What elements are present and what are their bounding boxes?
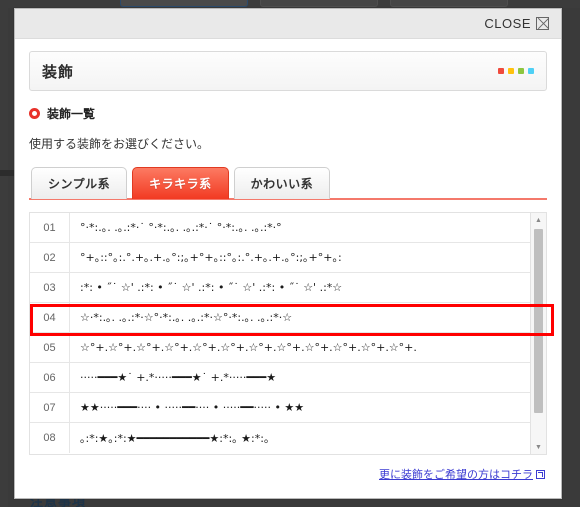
external-link-icon (536, 470, 545, 479)
section-subtitle: 使用する装飾をお選びください。 (29, 137, 210, 151)
row-number: 07 (30, 393, 70, 422)
footer: 更に装飾をご希望の方はコチラ (29, 465, 547, 483)
section-heading-label: 装飾一覧 (47, 107, 96, 121)
panel-header: 装飾 (29, 51, 547, 91)
more-decorations-link-label: 更に装飾をご希望の方はコチラ (379, 469, 533, 481)
dot-green (518, 68, 524, 74)
row-decoration-pattern: ·····━━━★˙ +.*·····━━━★˙ +.*·····━━━★ (80, 372, 277, 383)
tab-kawaii-label: かわいい系 (250, 177, 314, 191)
ring-bullet-icon (29, 108, 40, 119)
page-title: 装飾 (42, 63, 75, 81)
category-tabs: シンプル系 キラキラ系 かわいい系 (29, 166, 547, 200)
table-row[interactable]: 02 °+｡::°｡:.°.+｡.+.｡°:;｡+°+｡::°｡:.°.+｡.+… (30, 243, 530, 273)
row-number: 06 (30, 363, 70, 392)
section-heading: 装飾一覧 (29, 105, 547, 122)
tab-kirakira-label: キラキラ系 (149, 177, 212, 191)
table-row-selected[interactable]: 04 ☆·*:.｡. .｡.:*·☆°·*:.｡. .｡.:*·☆°·*:.｡.… (30, 303, 530, 333)
row-number: 02 (30, 243, 70, 272)
row-decoration-pattern: ☆·*:.｡. .｡.:*·☆°·*:.｡. .｡.:*·☆°·*:.｡. .｡… (80, 312, 293, 323)
table-row[interactable]: 06 ·····━━━★˙ +.*·····━━━★˙ +.*·····━━━★ (30, 363, 530, 393)
decoration-list: 01 °·*:.｡. .｡.:*·˙ °·*:.｡. .｡.:*·˙ °·*:.… (29, 212, 554, 455)
scroll-up-arrow-icon[interactable]: ▲ (531, 213, 546, 227)
page-background-left-rail (0, 8, 8, 507)
row-number: 01 (30, 213, 70, 242)
close-label: CLOSE (484, 16, 531, 31)
dot-red (498, 68, 504, 74)
more-decorations-link[interactable]: 更に装飾をご希望の方はコチラ (379, 469, 533, 481)
scrollbar-thumb[interactable] (534, 229, 543, 413)
row-number: 03 (30, 273, 70, 302)
modal-close-bar: CLOSE (15, 9, 561, 39)
row-decoration-pattern: °+｡::°｡:.°.+｡.+.｡°:;｡+°+｡::°｡:.°.+｡.+.｡°… (80, 252, 342, 263)
dot-yellow (508, 68, 514, 74)
tab-simple-label: シンプル系 (48, 177, 111, 191)
row-number: 08 (30, 423, 70, 453)
page-background-left-marker (0, 170, 14, 176)
table-row[interactable]: 03 :*: • ˝˙ ☆' .:*: • ˝˙ ☆' .:*: • ˝˙ ☆'… (30, 273, 530, 303)
dot-cyan (528, 68, 534, 74)
table-row[interactable]: 01 °·*:.｡. .｡.:*·˙ °·*:.｡. .｡.:*·˙ °·*:.… (30, 213, 530, 243)
table-row[interactable]: 05 ☆°+.☆°+.☆°+.☆°+.☆°+.☆°+.☆°+.☆°+.☆°+.☆… (30, 333, 530, 363)
tab-kawaii[interactable]: かわいい系 (233, 167, 331, 199)
row-decoration-pattern: ☆°+.☆°+.☆°+.☆°+.☆°+.☆°+.☆°+.☆°+.☆°+.☆°+.… (80, 342, 417, 353)
row-number: 05 (30, 333, 70, 362)
row-number: 04 (30, 303, 70, 332)
close-button[interactable]: CLOSE (484, 16, 549, 31)
scroll-down-arrow-icon[interactable]: ▼ (531, 440, 546, 454)
row-decoration-pattern: °·*:.｡. .｡.:*·˙ °·*:.｡. .｡.:*·˙ °·*:.｡. … (80, 222, 282, 233)
decoration-list-scroll: 01 °·*:.｡. .｡.:*·˙ °·*:.｡. .｡.:*·˙ °·*:.… (30, 213, 530, 454)
tab-simple[interactable]: シンプル系 (31, 167, 128, 199)
color-dots (498, 68, 534, 74)
list-scrollbar[interactable]: ▲ ▼ (530, 213, 546, 454)
table-row[interactable]: 08 ｡:*:★｡:*:★━━━━━━━━━━━★:*:｡ ★:*:｡ (30, 423, 530, 453)
decoration-picker-modal: CLOSE 装飾 装飾一覧 使用する装飾をお選びください。 シンプル系 キラキラ… (14, 8, 562, 499)
background-tab-chip-1 (120, 0, 248, 7)
background-tab-chip-2 (260, 0, 378, 7)
close-box-icon (536, 17, 549, 30)
tab-kirakira[interactable]: キラキラ系 (132, 167, 229, 199)
row-decoration-pattern: ｡:*:★｡:*:★━━━━━━━━━━━★:*:｡ ★:*:｡ (80, 432, 270, 444)
table-row[interactable]: 07 ★★·····━━━···· • ·····━━···· • ·····━… (30, 393, 530, 423)
row-decoration-pattern: :*: • ˝˙ ☆' .:*: • ˝˙ ☆' .:*: • ˝˙ ☆' .:… (80, 282, 343, 293)
background-tab-chip-3 (390, 0, 508, 7)
row-decoration-pattern: ★★·····━━━···· • ·····━━···· • ·····━━··… (80, 402, 305, 413)
modal-body: 装飾 装飾一覧 使用する装飾をお選びください。 シンプル系 キラキラ系 かわいい… (15, 39, 561, 498)
